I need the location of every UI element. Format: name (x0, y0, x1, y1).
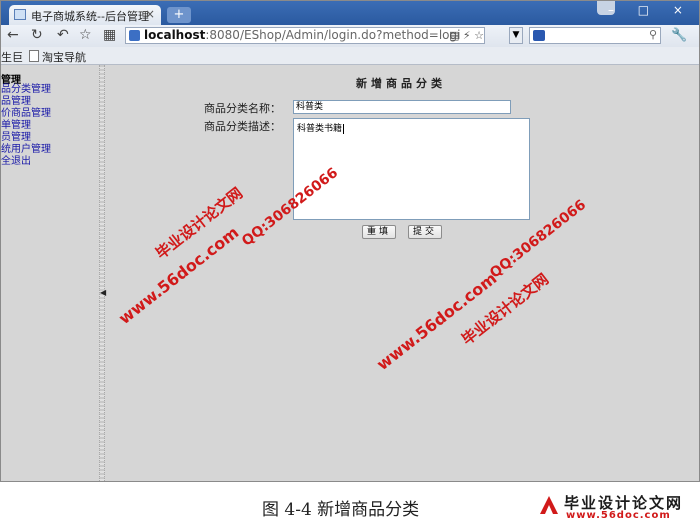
title-bar: 电子商城系统--后台管理 × + – □ × (1, 1, 699, 25)
sidebar-item-special-price[interactable]: 价商品管理 (1, 108, 51, 120)
search-engine-dropdown[interactable]: ▼ (509, 27, 523, 44)
address-host: localhost (144, 28, 206, 42)
category-name-input[interactable]: 科普类 (293, 100, 511, 114)
reload-icon[interactable]: ↻ (31, 27, 43, 43)
logo-mark-icon (540, 496, 558, 514)
page-favicon-icon (14, 9, 26, 20)
bookmark-item-taobao[interactable]: 淘宝导航 (29, 49, 86, 65)
site-icon (129, 30, 140, 41)
sidebar-item-logout[interactable]: 全退出 (1, 156, 51, 168)
sidebar-item-members[interactable]: 员管理 (1, 132, 51, 144)
apps-grid-icon[interactable]: ▦ (103, 27, 116, 43)
bookmarks-bar: 生巨 淘宝导航 (1, 47, 699, 65)
sidebar-menu: 品分类管理 品管理 价商品管理 单管理 员管理 统用户管理 全退出 (1, 84, 51, 168)
bookmark-item-partial[interactable]: 生巨 (1, 49, 23, 65)
new-tab-button[interactable]: + (167, 7, 191, 23)
tab-title: 电子商城系统--后台管理 (31, 10, 149, 23)
sidebar-item-orders[interactable]: 单管理 (1, 120, 51, 132)
admin-sidebar: 管理 品分类管理 品管理 价商品管理 单管理 员管理 统用户管理 全退出 (1, 65, 99, 481)
bookmark-label: 淘宝导航 (42, 51, 86, 64)
search-input[interactable]: ⚲ (529, 27, 661, 44)
close-tab-icon[interactable]: × (145, 7, 155, 21)
category-description-label: 商品分类描述： (204, 120, 281, 133)
site-logo: 毕业设计论文网 www.56doc.com (538, 492, 694, 524)
textarea-text: 科普类书籍 (297, 124, 343, 134)
address-bar[interactable]: localhost:8080/EShop/Admin/login.do?meth… (125, 27, 485, 44)
wrench-menu-icon[interactable]: 🔧 (671, 28, 687, 43)
category-name-label: 商品分类名称： (204, 102, 281, 115)
undo-icon[interactable]: ↶ (57, 27, 69, 43)
window-controls[interactable]: – □ × (608, 3, 693, 17)
search-engine-icon (533, 30, 545, 41)
browser-tab[interactable]: 电子商城系统--后台管理 × (9, 5, 161, 25)
address-path: :8080/EShop/Admin/login.do?method=logi (205, 28, 461, 42)
collapse-arrow-icon[interactable]: ◀ (100, 288, 106, 297)
sidebar-item-category[interactable]: 品分类管理 (1, 84, 51, 96)
address-bar-action-icons[interactable]: ▤ ⚡ ☆ (449, 29, 484, 42)
figure-caption: 图 4-4 新增商品分类 (262, 500, 420, 520)
browser-toolbar: ← ↻ ↶ ☆ ▦ localhost:8080/EShop/Admin/log… (1, 25, 699, 47)
back-arrow-icon[interactable]: ← (7, 27, 19, 43)
logo-url: www.56doc.com (566, 510, 671, 521)
page-title: 新增商品分类 (356, 77, 446, 90)
document-icon (29, 50, 39, 62)
sidebar-item-products[interactable]: 品管理 (1, 96, 51, 108)
submit-button[interactable]: 提交 (408, 225, 442, 239)
reset-button[interactable]: 重填 (362, 225, 396, 239)
frame-splitter[interactable] (99, 65, 105, 481)
sidebar-item-system-users[interactable]: 统用户管理 (1, 144, 51, 156)
star-icon[interactable]: ☆ (79, 27, 92, 43)
browser-screenshot: 电子商城系统--后台管理 × + – □ × ← ↻ ↶ ☆ ▦ localho… (0, 0, 700, 482)
search-icon[interactable]: ⚲ (649, 28, 657, 41)
